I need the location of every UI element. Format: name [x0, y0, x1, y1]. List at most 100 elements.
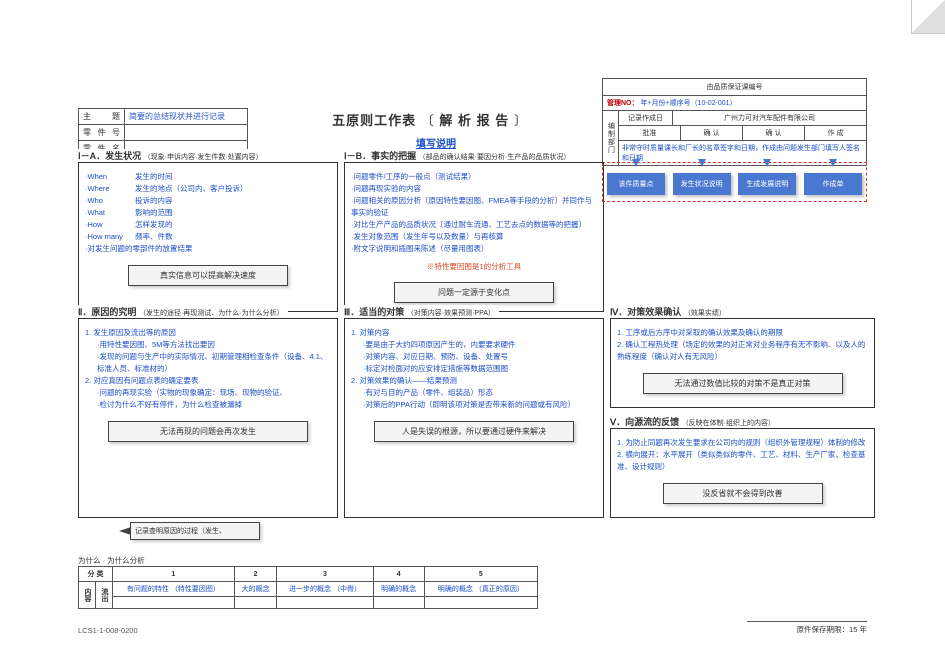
b-item-4: ·发生对象范围（发生年号以及数量）与再核算 — [351, 231, 597, 243]
panel-3-title: Ⅲ．适当的对策 — [344, 307, 404, 317]
at-c3: 明确的概念 — [373, 582, 424, 597]
panel-1a-title: Ⅰ－A．发生状况 — [78, 151, 141, 161]
at-head-5: 5 — [424, 567, 537, 582]
p4-l0: 1. 工序或后方序中对采取的确认效果及确认的期限 — [617, 327, 868, 339]
panel-1b-special: ※特性要因图是1的分析工具 — [351, 261, 597, 272]
bracket-r: 〕 — [514, 113, 528, 128]
at-head-4: 4 — [373, 567, 424, 582]
w-where: ·Where — [85, 183, 135, 195]
at-c2: 进一步的概念 （中骨） — [277, 582, 373, 597]
panel-2: Ⅱ．原因的究明 （发生的途径·再现测试、为什么·为什么分析） 1. 发生原因及流… — [78, 318, 338, 518]
at-head-3: 3 — [277, 567, 373, 582]
callout-1a: 真实信息可以提高解决速度 — [128, 265, 288, 286]
label-part-no: 零 件 号 — [79, 125, 125, 141]
approval-grid: 编制部门 记录作成日 广州力可对汽车配件有限公司 批准 确 认 确 认 作 成 … — [602, 110, 867, 166]
approval-col-3: 确 认 — [743, 126, 805, 140]
at-c0: 有问题的特性 （特性要因图） — [113, 582, 235, 597]
title-left: 五原则工作表 — [332, 113, 416, 128]
w-who: ·Who — [85, 195, 135, 207]
panel-1a: Ⅰ－A．发生状况 （现象·申诉内容·发生件数·处置内容） ·When发生的时间 … — [78, 162, 338, 312]
value-part-no — [125, 125, 248, 141]
callout-2: 无法再现的问题会再次发生 — [108, 421, 308, 442]
mgmt-no-label: 管理NO： — [607, 100, 639, 107]
footer-retention: 原件保存期限：15 年 — [747, 621, 867, 635]
p2-l1: ·用特性要因图、5M等方法找出要因 — [97, 339, 331, 351]
control-number-block: 由品质保证课编号 管理NO： 年+月份+顺序号（10-02-001） 编制部门 … — [602, 78, 867, 166]
p3-l3: ·标定对检面对的应安排定措施等数据范围图 — [363, 363, 597, 375]
approval-side-label: 编制部门 — [603, 111, 619, 165]
panel-3: Ⅲ．适当的对策 （对策内容·效果预测·PPA） 1. 对策内容 ·要是由于大约四… — [344, 318, 604, 518]
p3-l4: 2. 对策效果的确认——结果预测 — [351, 375, 597, 387]
p2-l3: 2. 对应真因有问题点表的确定要表 — [85, 375, 331, 387]
panel-1a-note: （现象·申诉内容·发生件数·处置内容） — [144, 154, 263, 161]
control-box-1: 由品质保证课编号 — [602, 78, 867, 96]
at-e1 — [234, 597, 277, 609]
b-item-0: ·问题零件/工序的一般点（测试结果） — [351, 171, 597, 183]
p3-l2: ·对策内容、对应日期、预防、设备、处置号 — [363, 351, 597, 363]
w-what: ·What — [85, 207, 135, 219]
panel-3-note: （对策内容·效果预测·PPA） — [407, 310, 495, 317]
t-when: 发生的时间 — [135, 171, 173, 183]
panel-5-note: （反映在体制·组织上的内容） — [682, 420, 775, 427]
spacer-for-flow — [610, 162, 875, 312]
panel-4-note: （效果实绩） — [684, 310, 726, 317]
callout-4: 无法通过数值比较的对策不是真正对策 — [643, 373, 843, 394]
title-subtitle: 填写说明 — [312, 135, 560, 150]
p3-l0: 1. 对策内容 — [351, 327, 597, 339]
t-who: 投诉的内容 — [135, 195, 173, 207]
why-note-callout: 记录查明原因的过程（发生、 — [130, 522, 260, 540]
footer-form-code: LCS1-1-008-0200 — [78, 626, 138, 635]
why-analysis-table: 分 类 1 2 3 4 5 内容 流出 有问题的特性 （特性要因图） 大的概念 … — [78, 566, 538, 609]
approval-small-header: 记录作成日 — [619, 111, 673, 125]
control-box-2: 管理NO： 年+月份+顺序号（10-02-001） — [602, 95, 867, 111]
at-head-0: 分 类 — [79, 567, 113, 582]
approval-col-2: 确 认 — [681, 126, 743, 140]
at-e3 — [373, 597, 424, 609]
at-e2 — [277, 597, 373, 609]
panel-5-title: Ⅴ．向源流的反馈 — [610, 417, 679, 427]
mgmt-no-value: 年+月份+顺序号（10-02-001） — [640, 100, 736, 107]
p3-l1: ·要是由于大约四项原因产生的，内要要求硬件 — [363, 339, 597, 351]
w-when: ·When — [85, 171, 135, 183]
approval-col-1: 批准 — [619, 126, 681, 140]
p2-l4: ·问题的再现实验（实物的现象确定：现场、现物的验证、 — [97, 387, 331, 399]
bracket-l: 〔 — [421, 113, 435, 128]
at-e0 — [113, 597, 235, 609]
b-item-3: ·对比生产产品的品质状况〔通过耐车流通、工艺去点的数据等的把握〕 — [351, 219, 597, 231]
at-side-1: 流出 — [96, 582, 113, 609]
panel-2-title: Ⅱ．原因的究明 — [78, 307, 136, 317]
t-howmany: 频率、件数 — [135, 231, 173, 243]
why-why-label: 为什么 · 为什么分析 — [78, 555, 145, 566]
panel-1b-title: Ⅰ－B．事实的把握 — [344, 151, 416, 161]
panel-2-note: （发生的途径·再现测试、为什么·为什么分析） — [139, 310, 284, 317]
panel-4-title: Ⅳ．对策效果确认 — [610, 307, 681, 317]
b-item-5: ·附文字说明和插图来陈述（尽量用图表） — [351, 243, 597, 255]
w-howmany: ·How many — [85, 231, 135, 243]
page-corner-fold — [911, 0, 945, 34]
at-head-2: 2 — [234, 567, 277, 582]
p4-l1: 2. 确认工程热处理（场定的效果的对正常对业务程序有无不影响、以及人的熟练程度（… — [617, 339, 868, 363]
panel-1b-note: （部品的确认结果·要因分析·生产品的品质状况） — [419, 154, 571, 161]
company-name: 广州力可对汽车配件有限公司 — [673, 111, 866, 125]
label-subject: 主 题 — [79, 109, 125, 125]
callout-3: 人是失误的根源，所以要通过硬件来解决 — [374, 421, 574, 442]
title-right: 解 析 报 告 — [439, 113, 509, 128]
at-head-1: 1 — [113, 567, 235, 582]
callout-5: 没反省就不会得到改善 — [663, 483, 823, 504]
b-item-1: ·问题再现实验的内容 — [351, 183, 597, 195]
callout-1b: 问题一定源于变化点 — [394, 282, 554, 303]
p2-l5: ·检讨为什么不好有停件，为什么检查被漏掉 — [97, 399, 331, 411]
p5-l0: 1. 为防止同题再次发生要求在公司内的规则（组织外管理规程）体制的修改 — [617, 437, 868, 449]
p5-l1: 2. 横向展开：水平展开（类似类似的零件、工艺、材料、生产厂家、检查基准、设计规… — [617, 449, 868, 473]
value-subject: 简要的总结现状并进行记录 — [125, 109, 248, 125]
p3-l6: ·对策后的PPA行动〔即明该项对策是否带来新的问题或有风险〕 — [363, 399, 597, 411]
at-c4: 明确的概念 （真正的原因） — [424, 582, 537, 597]
t-how: 怎样发现的 — [135, 219, 173, 231]
w-how: ·How — [85, 219, 135, 231]
t-what: 影响的范围 — [135, 207, 173, 219]
panel-1a-tail: ·对发生问题的零部件的放置结果 — [85, 243, 331, 255]
p3-l5: ·有对与目的产品（零件、组装品）形态 — [363, 387, 597, 399]
at-c1: 大的概念 — [234, 582, 277, 597]
approval-col-4: 作 成 — [805, 126, 866, 140]
t-where: 发生的地点（公司内、客户投诉） — [135, 183, 248, 195]
